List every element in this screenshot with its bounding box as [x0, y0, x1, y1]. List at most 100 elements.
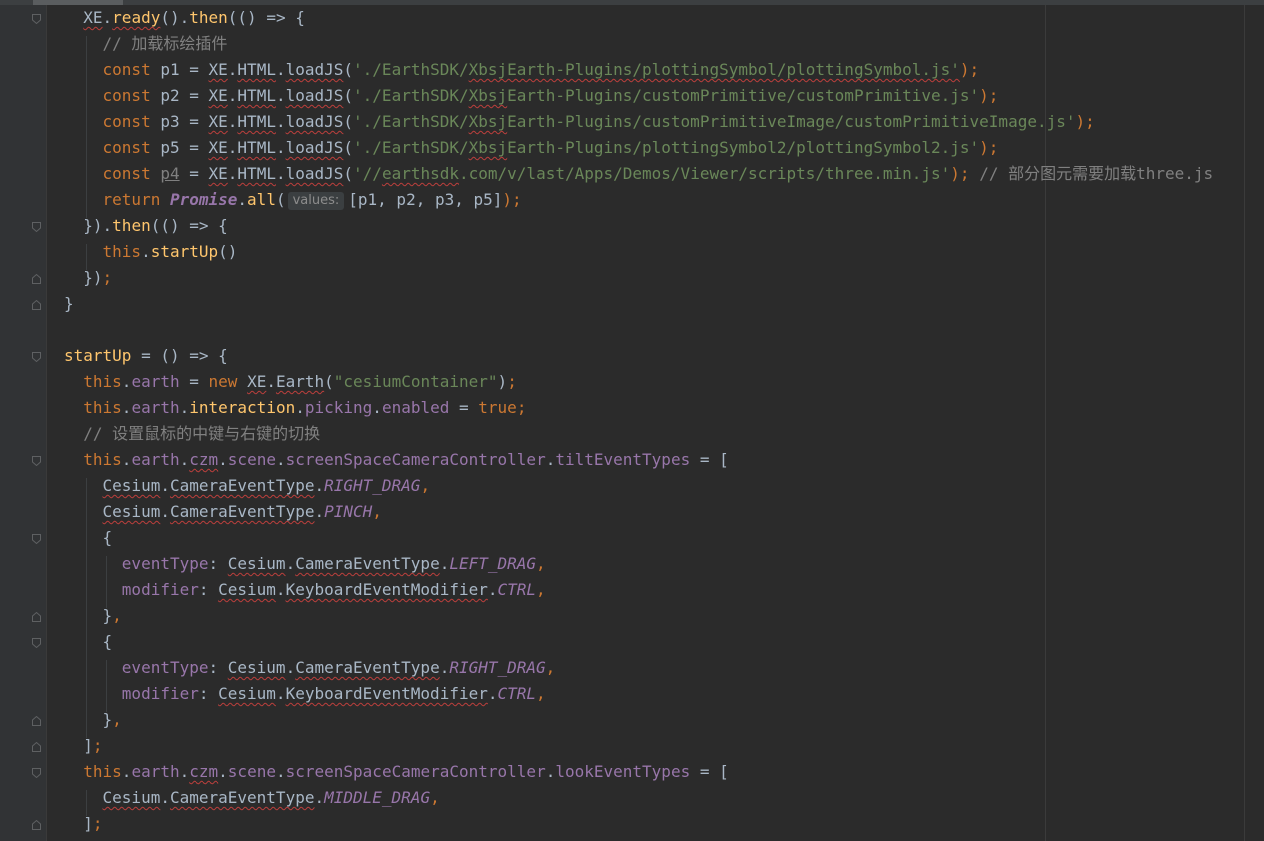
token-property: czm	[189, 450, 219, 469]
token-property: modifier	[121, 684, 199, 703]
code-line[interactable]: // 设置鼠标的中键与右键的切换	[64, 421, 320, 447]
token-string: './EarthSDK/	[353, 138, 469, 157]
token-keyword: const	[102, 86, 151, 105]
code-line[interactable]: const p4 = XE.HTML.loadJS('//earthsdk.co…	[64, 161, 1214, 187]
fold-open-icon[interactable]	[32, 638, 41, 648]
code-line[interactable]: {	[64, 629, 113, 655]
code-comment: // 部分图元需要加载three.js	[979, 164, 1214, 183]
code-line[interactable]: this.earth.czm.scene.screenSpaceCameraCo…	[64, 447, 728, 473]
fold-open-icon[interactable]	[32, 456, 41, 466]
token-identifier: Cesium	[227, 658, 286, 677]
token-constant: CTRL	[497, 580, 537, 599]
token-keyword: this	[83, 398, 122, 417]
token-method: all	[247, 190, 276, 209]
code-comment: // 加载标绘插件	[102, 34, 228, 53]
token-identifier: XE	[208, 112, 228, 131]
token-property: screenSpaceCameraController	[285, 762, 546, 781]
code-line[interactable]: const p3 = XE.HTML.loadJS('./EarthSDK/Xb…	[64, 109, 1095, 135]
token-string: Xbsj	[468, 86, 508, 105]
token-keyword: true	[478, 398, 517, 417]
token-variable: p5	[160, 138, 180, 157]
code-line[interactable]: XE.ready().then(() => {	[64, 5, 305, 31]
code-line[interactable]: this.earth = new XE.Earth("cesiumContain…	[64, 369, 517, 395]
token-identifier: HTML	[237, 164, 276, 183]
code-line[interactable]: {	[64, 525, 113, 551]
code-line[interactable]: eventType: Cesium.CameraEventType.LEFT_D…	[64, 551, 546, 577]
token-identifier: Cesium	[227, 554, 286, 573]
code-comment: // 设置鼠标的中键与右键的切换	[83, 424, 321, 443]
token-identifier: HTML	[237, 60, 276, 79]
token-identifier: XE	[208, 60, 228, 79]
token-method: loadJS	[285, 112, 344, 131]
token-property: eventType	[121, 658, 209, 677]
code-line[interactable]: eventType: Cesium.CameraEventType.RIGHT_…	[64, 655, 556, 681]
parameter-hint: values:	[287, 192, 345, 210]
fold-close-icon[interactable]	[32, 716, 41, 726]
token-string: .com/v/last/Apps/Demos/Viewer/scripts/th…	[459, 164, 951, 183]
token-keyword: const	[102, 164, 151, 183]
code-line[interactable]: this.startUp()	[64, 239, 238, 265]
token-keyword: this	[83, 450, 122, 469]
fold-close-icon[interactable]	[32, 274, 41, 284]
token-function-name: startUp	[64, 346, 132, 365]
token-property: scene	[227, 762, 276, 781]
code-line[interactable]: return Promise.all(values: [p1, p2, p3, p…	[64, 187, 522, 213]
token-constant: LEFT_DRAG	[449, 554, 537, 573]
token-identifier: HTML	[237, 138, 276, 157]
code-line[interactable]: ];	[64, 733, 102, 759]
code-line[interactable]: }	[64, 291, 74, 317]
token-unused-variable: p4	[160, 164, 180, 183]
token-identifier: CameraEventType	[295, 554, 440, 573]
fold-close-icon[interactable]	[32, 820, 41, 830]
token-method: then	[112, 216, 151, 235]
token-keyword: return	[102, 190, 161, 209]
token-method: loadJS	[285, 138, 344, 157]
token-property: earth	[131, 450, 180, 469]
fold-close-icon[interactable]	[32, 612, 41, 622]
code-line[interactable]: });	[64, 265, 112, 291]
code-line[interactable]: // 加载标绘插件	[64, 31, 228, 57]
token-keyword: const	[102, 60, 151, 79]
token-method: loadJS	[285, 164, 344, 183]
code-line[interactable]: modifier: Cesium.KeyboardEventModifier.C…	[64, 681, 546, 707]
code-line[interactable]: ];	[64, 811, 102, 837]
token-string: earthsdk	[381, 164, 459, 183]
code-line[interactable]: startUp = () => {	[64, 343, 228, 369]
token-string: Earth-Plugins/customPrimitiveImage/custo…	[507, 112, 1076, 131]
code-line[interactable]: },	[64, 603, 122, 629]
code-line[interactable]: Cesium.CameraEventType.RIGHT_DRAG,	[64, 473, 431, 499]
code-line[interactable]: const p2 = XE.HTML.loadJS('./EarthSDK/Xb…	[64, 83, 999, 109]
code-line[interactable]: }).then(() => {	[64, 213, 228, 239]
fold-open-icon[interactable]	[32, 534, 41, 544]
code-line[interactable]: modifier: Cesium.KeyboardEventModifier.C…	[64, 577, 546, 603]
token-string: "cesiumContainer"	[333, 372, 498, 391]
code-line[interactable]: Cesium.CameraEventType.MIDDLE_DRAG,	[64, 785, 440, 811]
token-identifier: XE	[247, 372, 267, 391]
fold-open-icon[interactable]	[32, 352, 41, 362]
code-line[interactable]: const p1 = XE.HTML.loadJS('./EarthSDK/Xb…	[64, 57, 980, 83]
token-identifier: HTML	[237, 86, 276, 105]
token-identifier: CameraEventType	[169, 788, 315, 807]
code-line[interactable]: const p5 = XE.HTML.loadJS('./EarthSDK/Xb…	[64, 135, 999, 161]
token-property: scene	[227, 450, 276, 469]
token-constant: CTRL	[497, 684, 537, 703]
token-method: ready	[112, 8, 161, 27]
token-identifier: Cesium	[102, 502, 161, 521]
token-identifier: KeyboardEventModifier	[285, 580, 488, 599]
token-identifier: KeyboardEventModifier	[285, 684, 488, 703]
token-identifier: XE	[208, 138, 228, 157]
token-identifier: HTML	[237, 112, 276, 131]
token-string: Xbsj	[468, 112, 508, 131]
code-line[interactable]: this.earth.czm.scene.screenSpaceCameraCo…	[64, 759, 728, 785]
fold-open-icon[interactable]	[32, 768, 41, 778]
token-property: interaction	[189, 398, 296, 417]
code-line[interactable]: this.earth.interaction.picking.enabled =…	[64, 395, 526, 421]
token-property: earth	[131, 372, 180, 391]
fold-close-icon[interactable]	[32, 742, 41, 752]
fold-close-icon[interactable]	[32, 300, 41, 310]
code-line[interactable]: },	[64, 707, 122, 733]
code-editor[interactable]: XE.ready().then(() => { // 加载标绘插件 const …	[0, 5, 1264, 841]
fold-open-icon[interactable]	[32, 222, 41, 232]
fold-open-icon[interactable]	[32, 14, 41, 24]
code-line[interactable]: Cesium.CameraEventType.PINCH,	[64, 499, 382, 525]
